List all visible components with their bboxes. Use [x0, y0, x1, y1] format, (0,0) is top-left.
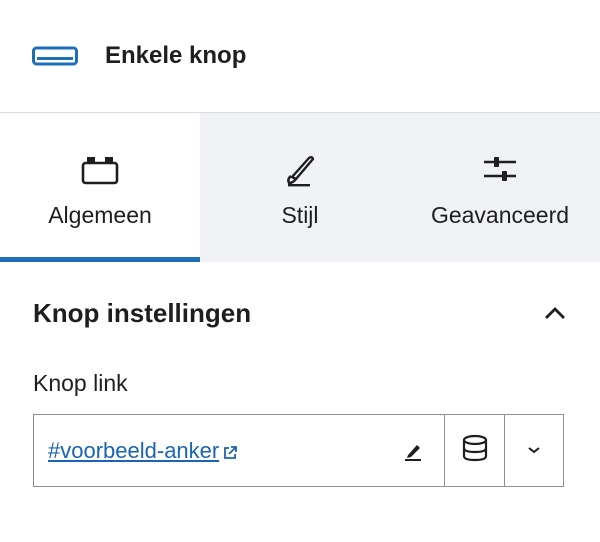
link-value-wrap: #voorbeeld-anker	[48, 438, 239, 464]
external-link-icon	[221, 444, 239, 462]
settings-tabs: Algemeen Stijl Geavanceerd	[0, 113, 600, 262]
link-field-label: Knop link	[33, 370, 128, 396]
link-display: #voorbeeld-anker	[34, 415, 445, 486]
panel-title: Knop instellingen	[33, 297, 252, 328]
link-value[interactable]: #voorbeeld-anker	[48, 438, 219, 463]
link-options-button[interactable]	[504, 415, 563, 486]
pencil-icon[interactable]	[402, 440, 424, 462]
tab-label: Algemeen	[48, 202, 152, 228]
tab-label: Geavanceerd	[430, 202, 570, 228]
database-icon	[461, 434, 489, 467]
tab-geavanceerd[interactable]: Geavanceerd	[400, 113, 600, 262]
tab-label: Stijl	[281, 202, 319, 228]
dynamic-data-button[interactable]	[445, 415, 504, 486]
tab-stijl[interactable]: Stijl	[200, 113, 400, 262]
button-block-icon	[32, 46, 78, 66]
layout-icon	[80, 150, 120, 190]
panel-header[interactable]: Knop instellingen	[33, 262, 567, 364]
tab-algemeen[interactable]: Algemeen	[0, 113, 200, 262]
block-header: Enkele knop	[0, 0, 600, 113]
chevron-down-icon	[526, 442, 542, 460]
block-title: Enkele knop	[105, 42, 247, 69]
settings-panel: Knop instellingen Knop link #voorbeeld-a…	[0, 262, 600, 487]
link-control: #voorbeeld-anker	[33, 414, 564, 487]
sliders-icon	[480, 150, 520, 190]
brush-icon	[280, 150, 320, 190]
chevron-up-icon[interactable]	[540, 298, 570, 328]
